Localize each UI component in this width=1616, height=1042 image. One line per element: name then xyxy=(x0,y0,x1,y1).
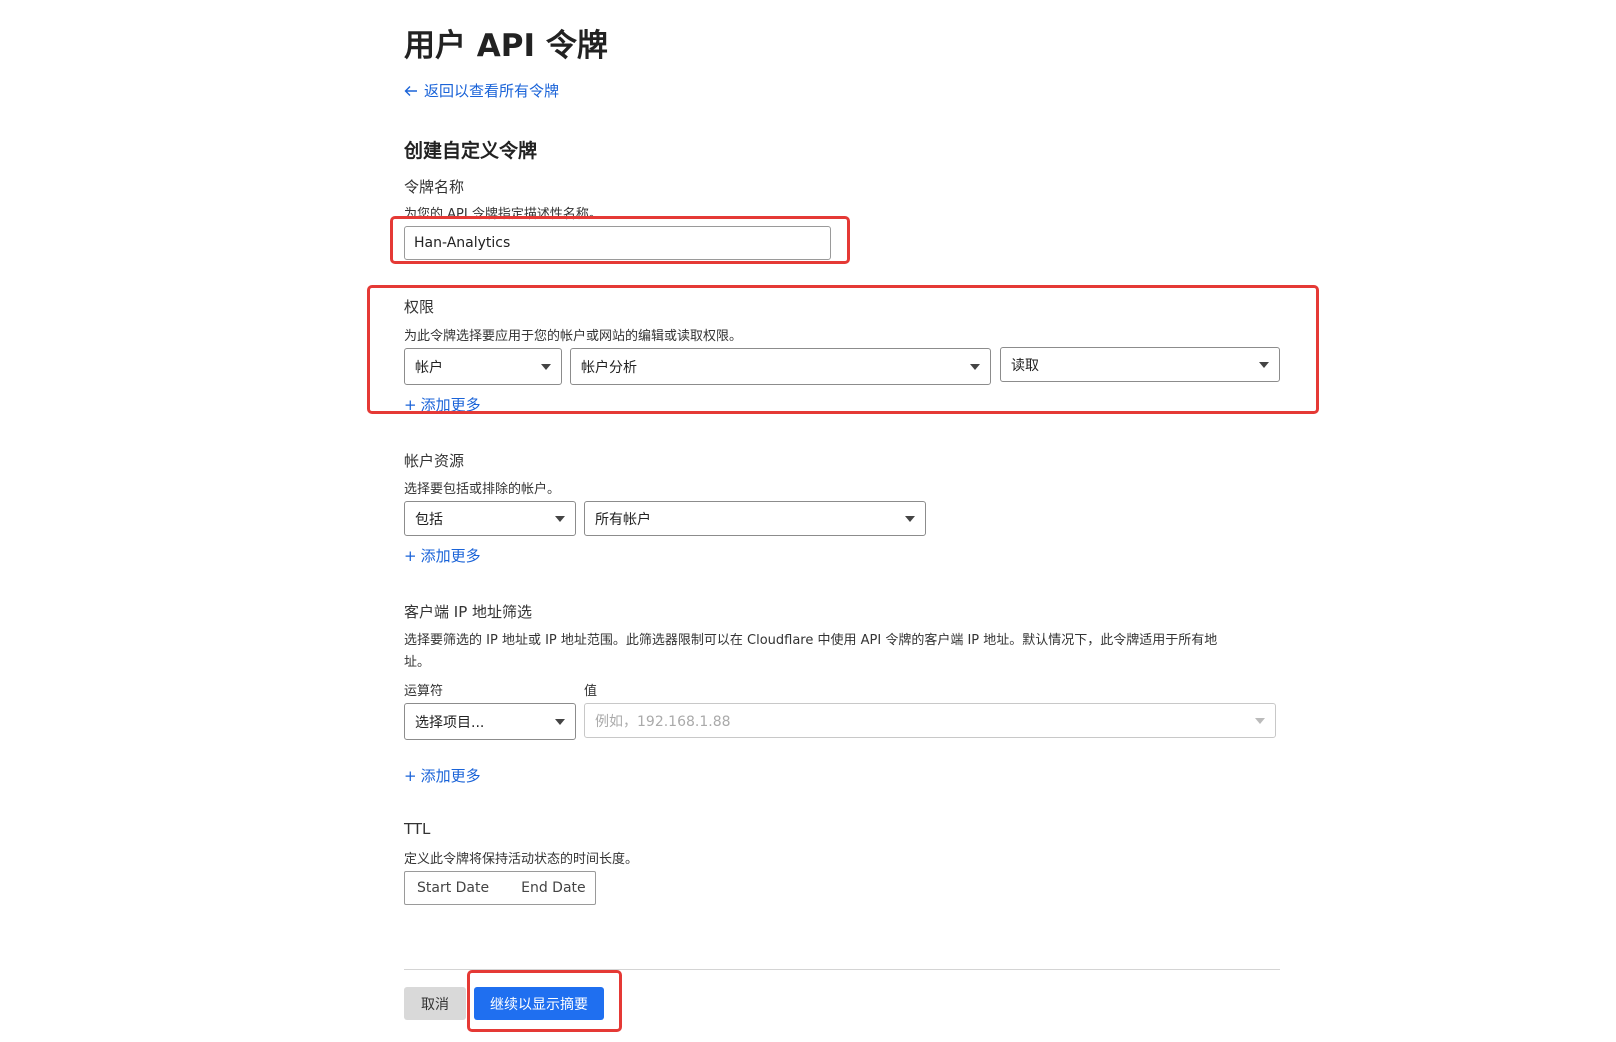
start-date-input[interactable]: Start Date xyxy=(417,880,489,896)
ip-value-placeholder: 例如，192.168.1.88 xyxy=(595,713,731,730)
back-link-label: 返回以查看所有令牌 xyxy=(424,82,560,100)
ttl-label: TTL xyxy=(404,820,431,838)
account-target-value: 所有帐户 xyxy=(595,511,651,528)
account-target-select[interactable]: 所有帐户 xyxy=(584,501,926,536)
token-name-label: 令牌名称 xyxy=(404,178,465,196)
permission-resource-select[interactable]: 帐户分析 xyxy=(570,348,991,385)
plus-icon: + xyxy=(404,547,417,565)
page-title: 用户 API 令牌 xyxy=(404,28,608,64)
permissions-add-more-link[interactable]: + 添加更多 xyxy=(404,394,481,415)
footer-divider xyxy=(404,969,1280,970)
ip-filter-help-line1: 选择要筛选的 IP 地址或 IP 地址范围。此筛选器限制可以在 Cloudfla… xyxy=(404,633,1218,648)
permission-access-select[interactable]: 读取 xyxy=(1000,347,1280,382)
account-resources-add-more-link[interactable]: + 添加更多 xyxy=(404,545,481,566)
ip-filter-label: 客户端 IP 地址筛选 xyxy=(404,603,533,621)
operator-label: 运算符 xyxy=(404,684,444,699)
caret-down-icon xyxy=(555,515,565,522)
ip-filter-help-line2: 址。 xyxy=(404,655,431,670)
account-include-value: 包括 xyxy=(415,511,443,528)
caret-down-icon xyxy=(1255,717,1265,724)
permissions-help: 为此令牌选择要应用于您的帐户或网站的编辑或读取权限。 xyxy=(404,329,743,344)
token-name-value: Han-Analytics xyxy=(414,235,511,251)
account-include-select[interactable]: 包括 xyxy=(404,501,576,536)
cancel-button[interactable]: 取消 xyxy=(404,987,466,1020)
ip-value-select[interactable]: 例如，192.168.1.88 xyxy=(584,703,1276,738)
plus-icon: + xyxy=(404,767,417,785)
ip-operator-select[interactable]: 选择项目... xyxy=(404,703,576,740)
add-more-label: 添加更多 xyxy=(420,767,481,785)
account-resources-help: 选择要包括或排除的帐户。 xyxy=(404,482,561,497)
permission-scope-value: 帐户 xyxy=(415,359,443,376)
continue-to-summary-button[interactable]: 继续以显示摘要 xyxy=(474,987,604,1020)
arrow-left-icon xyxy=(404,85,417,96)
ip-operator-placeholder: 选择项目... xyxy=(415,714,485,731)
plus-icon: + xyxy=(404,396,417,414)
caret-down-icon xyxy=(555,718,565,725)
create-token-page: 用户 API 令牌 返回以查看所有令牌 创建自定义令牌 令牌名称 为您的 API… xyxy=(0,0,1616,1042)
value-label: 值 xyxy=(584,684,598,699)
caret-down-icon xyxy=(541,363,551,370)
permissions-label: 权限 xyxy=(404,298,435,316)
ttl-date-range-picker[interactable]: Start Date End Date xyxy=(404,871,596,905)
permission-scope-select[interactable]: 帐户 xyxy=(404,348,562,385)
ttl-help: 定义此令牌将保持活动状态的时间长度。 xyxy=(404,852,639,867)
caret-down-icon xyxy=(905,515,915,522)
token-name-input[interactable]: Han-Analytics xyxy=(404,226,831,260)
add-more-label: 添加更多 xyxy=(420,396,481,414)
caret-down-icon xyxy=(1259,361,1269,368)
add-more-label: 添加更多 xyxy=(420,547,481,565)
back-to-tokens-link[interactable]: 返回以查看所有令牌 xyxy=(404,80,559,101)
ip-filter-add-more-link[interactable]: + 添加更多 xyxy=(404,765,481,786)
section-title: 创建自定义令牌 xyxy=(404,140,538,162)
permission-resource-value: 帐户分析 xyxy=(581,359,637,376)
token-name-help: 为您的 API 令牌指定描述性名称。 xyxy=(404,207,602,222)
end-date-input[interactable]: End Date xyxy=(521,880,586,896)
permission-access-value: 读取 xyxy=(1011,357,1039,374)
account-resources-label: 帐户资源 xyxy=(404,452,465,470)
caret-down-icon xyxy=(970,363,980,370)
